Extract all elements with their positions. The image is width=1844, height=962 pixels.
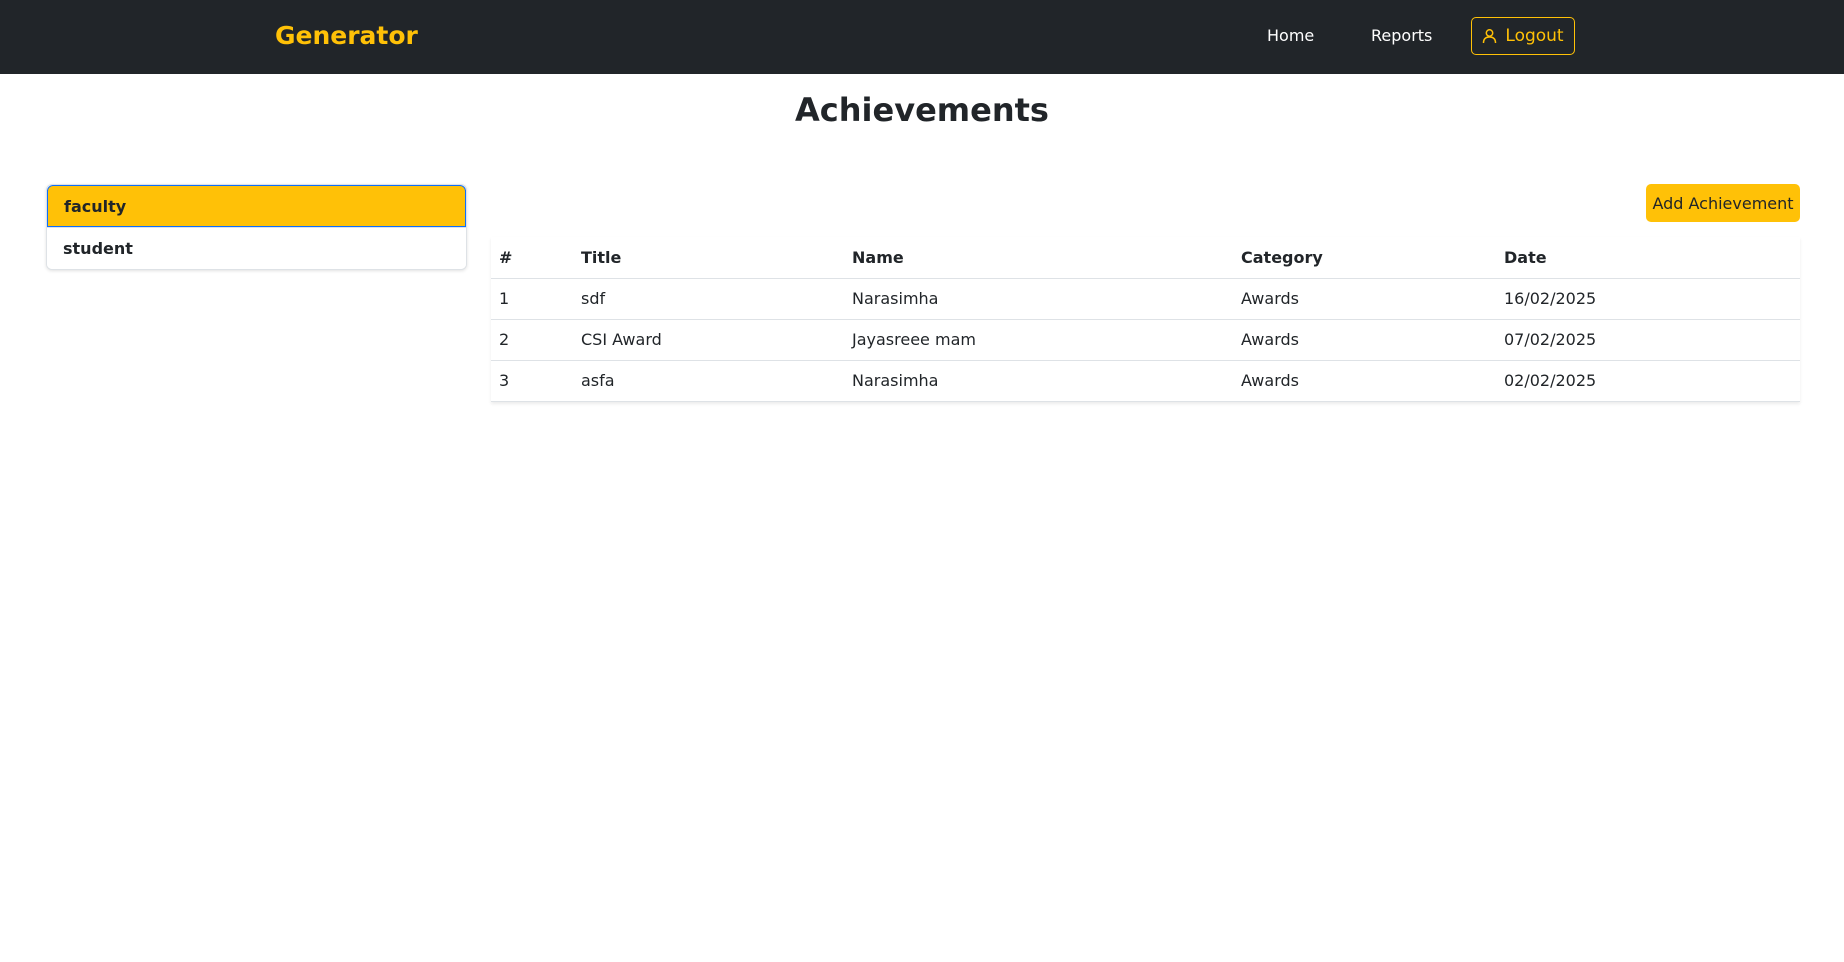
add-achievement-button[interactable]: Add Achievement	[1646, 184, 1800, 222]
cell-number: 2	[491, 319, 573, 361]
table-row: 1 sdf Narasimha Awards 16/02/2025	[491, 278, 1800, 320]
cell-name: Narasimha	[844, 360, 1233, 402]
column-header-number: #	[491, 237, 573, 279]
table-row: 2 CSI Award Jayasreee mam Awards 07/02/2…	[491, 319, 1800, 361]
cell-date: 07/02/2025	[1496, 319, 1800, 361]
cell-title: CSI Award	[573, 319, 844, 361]
navbar: Generator Home Reports Logout	[0, 0, 1844, 74]
page-title: Achievements	[795, 91, 1049, 129]
cell-category: Awards	[1233, 360, 1496, 402]
cell-name: Jayasreee mam	[844, 319, 1233, 361]
cell-number: 1	[491, 278, 573, 320]
nav-link-home[interactable]: Home	[1267, 25, 1314, 47]
cell-title: sdf	[573, 278, 844, 320]
achievements-table-wrapper: # Title Name Category Date 1 sdf Narasim…	[491, 237, 1800, 402]
cell-number: 3	[491, 360, 573, 402]
column-header-title: Title	[573, 237, 844, 279]
cell-date: 16/02/2025	[1496, 278, 1800, 320]
column-header-name: Name	[844, 237, 1233, 279]
user-icon	[1482, 28, 1497, 44]
nav-link-reports[interactable]: Reports	[1371, 25, 1432, 47]
column-header-category: Category	[1233, 237, 1496, 279]
achievements-table: # Title Name Category Date 1 sdf Narasim…	[491, 237, 1800, 402]
list-item-student[interactable]: student	[47, 227, 466, 269]
cell-date: 02/02/2025	[1496, 360, 1800, 402]
column-header-date: Date	[1496, 237, 1800, 279]
cell-title: asfa	[573, 360, 844, 402]
category-list: faculty student	[46, 184, 467, 270]
table-header-row: # Title Name Category Date	[491, 237, 1800, 279]
brand-logo[interactable]: Generator	[275, 20, 418, 52]
cell-category: Awards	[1233, 319, 1496, 361]
cell-name: Narasimha	[844, 278, 1233, 320]
table-row: 3 asfa Narasimha Awards 02/02/2025	[491, 360, 1800, 402]
cell-category: Awards	[1233, 278, 1496, 320]
list-item-faculty[interactable]: faculty	[47, 185, 466, 227]
logout-label: Logout	[1505, 26, 1564, 46]
logout-button[interactable]: Logout	[1471, 17, 1575, 55]
